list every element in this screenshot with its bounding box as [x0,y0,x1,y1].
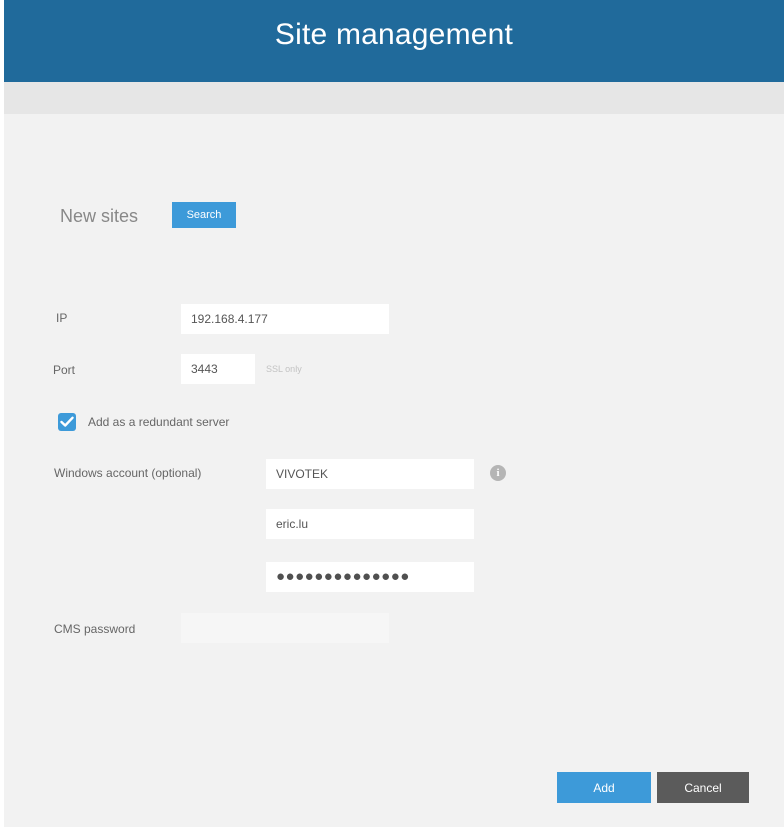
windows-account-label: Windows account (optional) [54,466,202,480]
windows-domain-input[interactable] [266,459,474,489]
ip-input[interactable] [181,304,389,334]
search-button[interactable]: Search [172,202,236,228]
add-button[interactable]: Add [557,772,651,803]
header-bar: Site management [4,0,784,82]
new-sites-title: New sites [60,206,139,226]
cms-password-label: CMS password [54,622,136,636]
cancel-button[interactable]: Cancel [657,772,749,803]
windows-username-input[interactable] [266,509,474,539]
info-icon[interactable]: i [490,465,506,481]
redundant-server-label: Add as a redundant server [88,415,230,429]
checkmark-icon [60,416,74,427]
redundant-server-checkbox[interactable] [58,413,76,431]
port-label: Port [53,363,76,377]
ip-label: IP [56,311,68,325]
windows-password-input[interactable]: ●●●●●●●●●●●●●● [266,562,474,592]
port-hint: SSL only [266,364,302,374]
sub-header-bar [4,82,784,114]
page-title: Site management [274,18,514,51]
port-input[interactable] [181,354,255,384]
cms-password-input[interactable] [181,613,389,643]
